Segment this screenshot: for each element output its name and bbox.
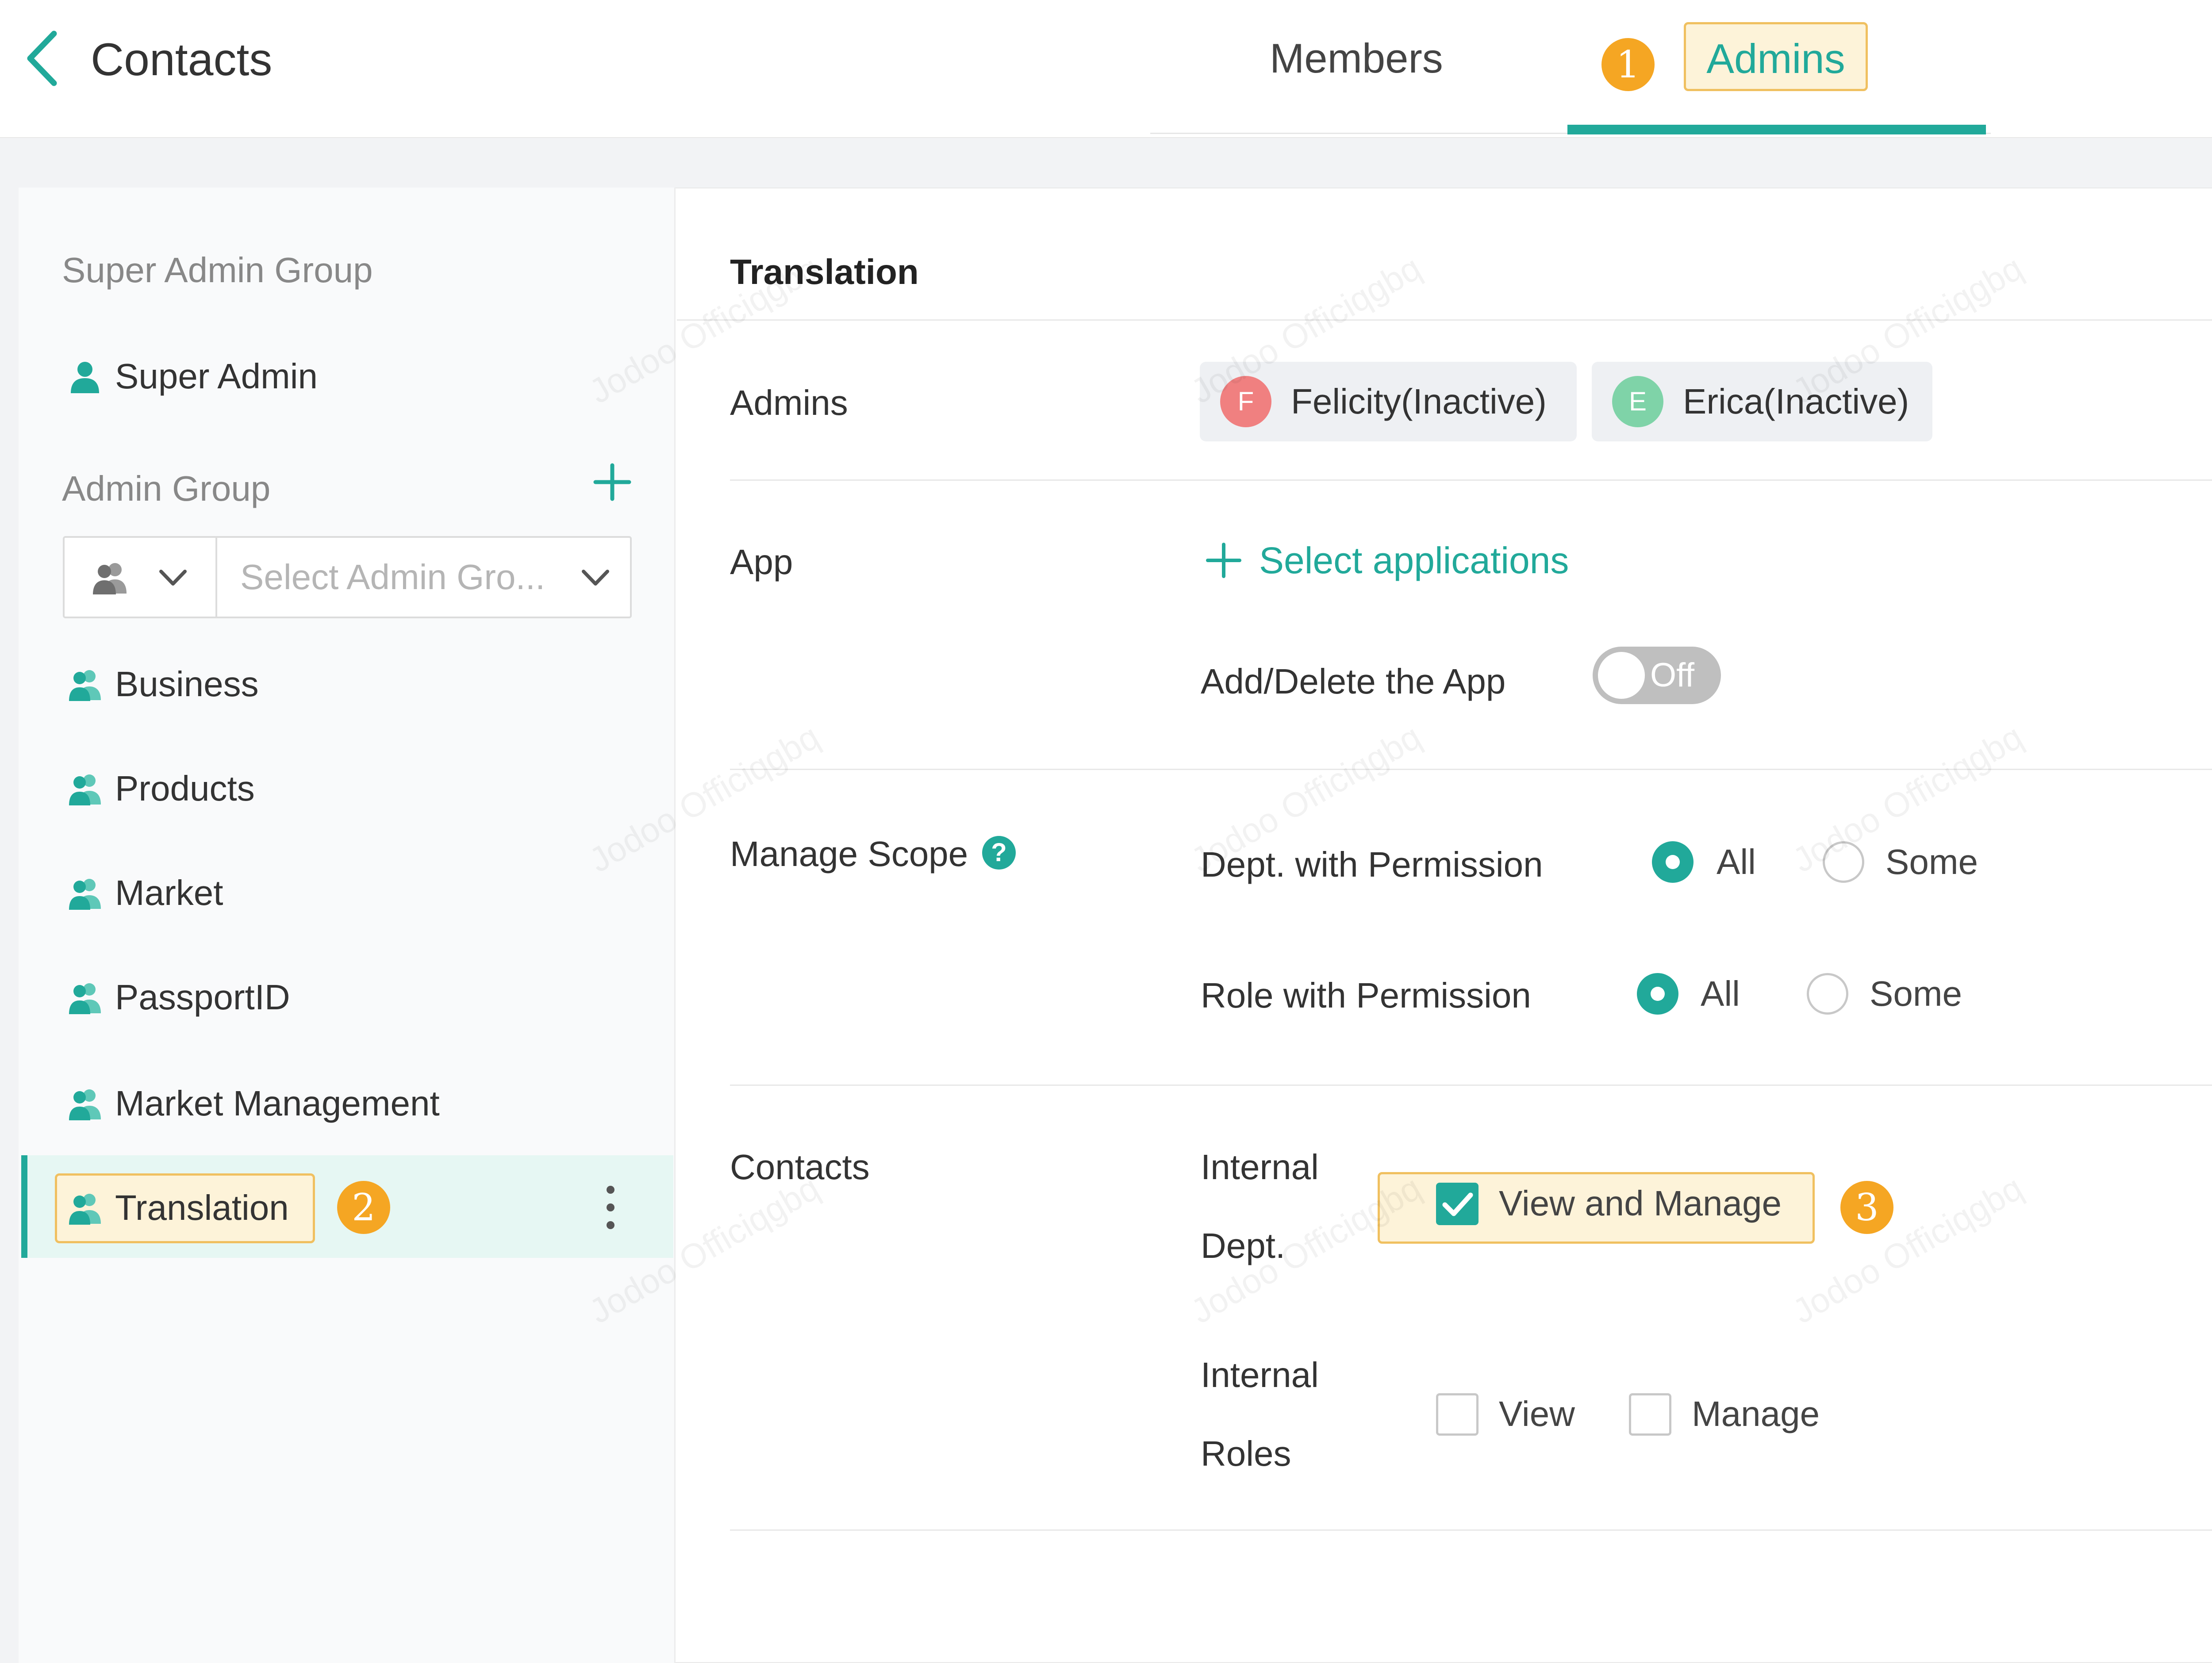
role-all-radio[interactable]: [1637, 973, 1678, 1015]
sidebar-item-label: Market Management: [115, 1084, 440, 1123]
admin-chip-felicity[interactable]: F Felicity(Inactive): [1200, 362, 1577, 441]
role-some-radio[interactable]: [1807, 973, 1848, 1015]
dept-some-label: Some: [1886, 842, 1978, 881]
help-icon[interactable]: ?: [982, 836, 1016, 870]
group-users-icon: [93, 563, 127, 594]
admins-label: Admins: [730, 383, 848, 422]
callout-badge-1: 1: [1601, 38, 1655, 91]
internal-roles-label-line2: Roles: [1201, 1434, 1291, 1473]
role-some-label: Some: [1870, 974, 1962, 1013]
select-admin-group-placeholder: Select Admin Gro...: [240, 557, 545, 597]
admin-group-heading: Admin Group: [62, 469, 271, 508]
active-tab-indicator: [1567, 125, 1986, 134]
group-users-icon: [69, 879, 101, 910]
callout-badge-2: 2: [337, 1181, 390, 1234]
dept-permission-label: Dept. with Permission: [1201, 845, 1543, 884]
group-title: Translation: [730, 252, 919, 291]
internal-dept-label-line1: Internal: [1201, 1147, 1319, 1187]
sidebar-item-label: Business: [115, 664, 259, 704]
top-header: Contacts Members 1 Admins: [0, 0, 2212, 138]
select-applications-label: Select applications: [1259, 540, 1569, 581]
select-applications-link[interactable]: Select applications: [1203, 536, 1569, 585]
roles-manage-checkbox[interactable]: [1629, 1393, 1671, 1436]
view-and-manage-label: View and Manage: [1499, 1184, 1782, 1223]
dept-all-label: All: [1717, 842, 1756, 881]
internal-dept-label-line2: Dept.: [1201, 1226, 1286, 1265]
chevron-down-icon: [159, 570, 187, 586]
manage-scope-label: Manage Scope: [730, 834, 968, 874]
sidebar-item-market[interactable]: Market: [67, 869, 223, 917]
group-users-icon: [69, 983, 101, 1014]
sidebar-item-business[interactable]: Business: [67, 660, 259, 709]
sidebar-item-super-admin[interactable]: Super Admin: [67, 352, 318, 401]
admin-group-filter: Select Admin Gro...: [63, 536, 632, 618]
back-arrow-icon[interactable]: [22, 27, 62, 89]
row-divider: [730, 1529, 2212, 1531]
sidebar-item-label: Translation: [115, 1188, 289, 1227]
group-type-dropdown[interactable]: [65, 538, 217, 617]
row-divider: [730, 479, 2212, 481]
sidebar-item-label: Super Admin: [115, 356, 318, 396]
tab-members[interactable]: Members: [1270, 27, 1443, 89]
group-users-icon: [69, 1194, 101, 1225]
avatar: E: [1612, 376, 1663, 427]
dept-all-radio[interactable]: [1652, 841, 1694, 883]
sidebar-item-label: PassportID: [115, 977, 290, 1017]
role-all-label: All: [1701, 974, 1740, 1013]
checkmark-icon: [1442, 1192, 1473, 1216]
row-divider: [730, 1084, 2212, 1086]
selected-row-indicator: [21, 1155, 27, 1258]
internal-roles-label-line1: Internal: [1201, 1355, 1319, 1395]
sidebar-item-market-management[interactable]: Market Management: [67, 1079, 440, 1128]
add-admin-group-icon[interactable]: [590, 460, 634, 504]
user-icon: [71, 362, 99, 393]
roles-view-checkbox[interactable]: [1436, 1393, 1479, 1436]
contacts-label: Contacts: [730, 1147, 870, 1187]
callout-badge-3: 3: [1840, 1181, 1893, 1234]
view-and-manage-checkbox[interactable]: [1436, 1183, 1479, 1225]
sidebar-item-translation[interactable]: Translation: [67, 1184, 289, 1232]
admin-name: Erica(Inactive): [1683, 382, 1909, 421]
dept-some-radio[interactable]: [1823, 841, 1864, 883]
role-permission-label: Role with Permission: [1201, 976, 1531, 1015]
roles-manage-label: Manage: [1692, 1394, 1820, 1433]
admin-chip-erica[interactable]: E Erica(Inactive): [1592, 362, 1932, 441]
sidebar-item-passportid[interactable]: PassportID: [67, 973, 290, 1022]
plus-icon: [1206, 543, 1241, 578]
sidebar-item-label: Products: [115, 769, 255, 808]
chevron-down-icon: [582, 570, 609, 586]
select-admin-group-dropdown[interactable]: Select Admin Gro...: [217, 538, 630, 617]
more-options-icon[interactable]: [597, 1181, 624, 1234]
sidebar-item-products[interactable]: Products: [67, 764, 255, 813]
admin-groups-sidebar: [19, 188, 676, 1663]
group-users-icon: [69, 670, 101, 701]
sidebar-item-label: Market: [115, 873, 223, 912]
row-divider: [730, 769, 2212, 770]
group-users-icon: [69, 1089, 101, 1120]
title-divider: [677, 319, 2212, 321]
app-label: App: [730, 542, 793, 582]
roles-view-label: View: [1499, 1394, 1575, 1433]
toggle-knob: [1598, 652, 1645, 699]
tab-admins[interactable]: Admins: [1684, 22, 1868, 91]
add-delete-app-toggle[interactable]: Off: [1593, 647, 1721, 704]
group-users-icon: [69, 774, 101, 805]
page-title: Contacts: [91, 34, 273, 85]
super-admin-group-heading: Super Admin Group: [62, 250, 373, 290]
add-delete-app-label: Add/Delete the App: [1201, 662, 1506, 701]
admin-name: Felicity(Inactive): [1291, 382, 1547, 421]
toggle-state-label: Off: [1650, 656, 1694, 694]
avatar: F: [1220, 376, 1271, 427]
